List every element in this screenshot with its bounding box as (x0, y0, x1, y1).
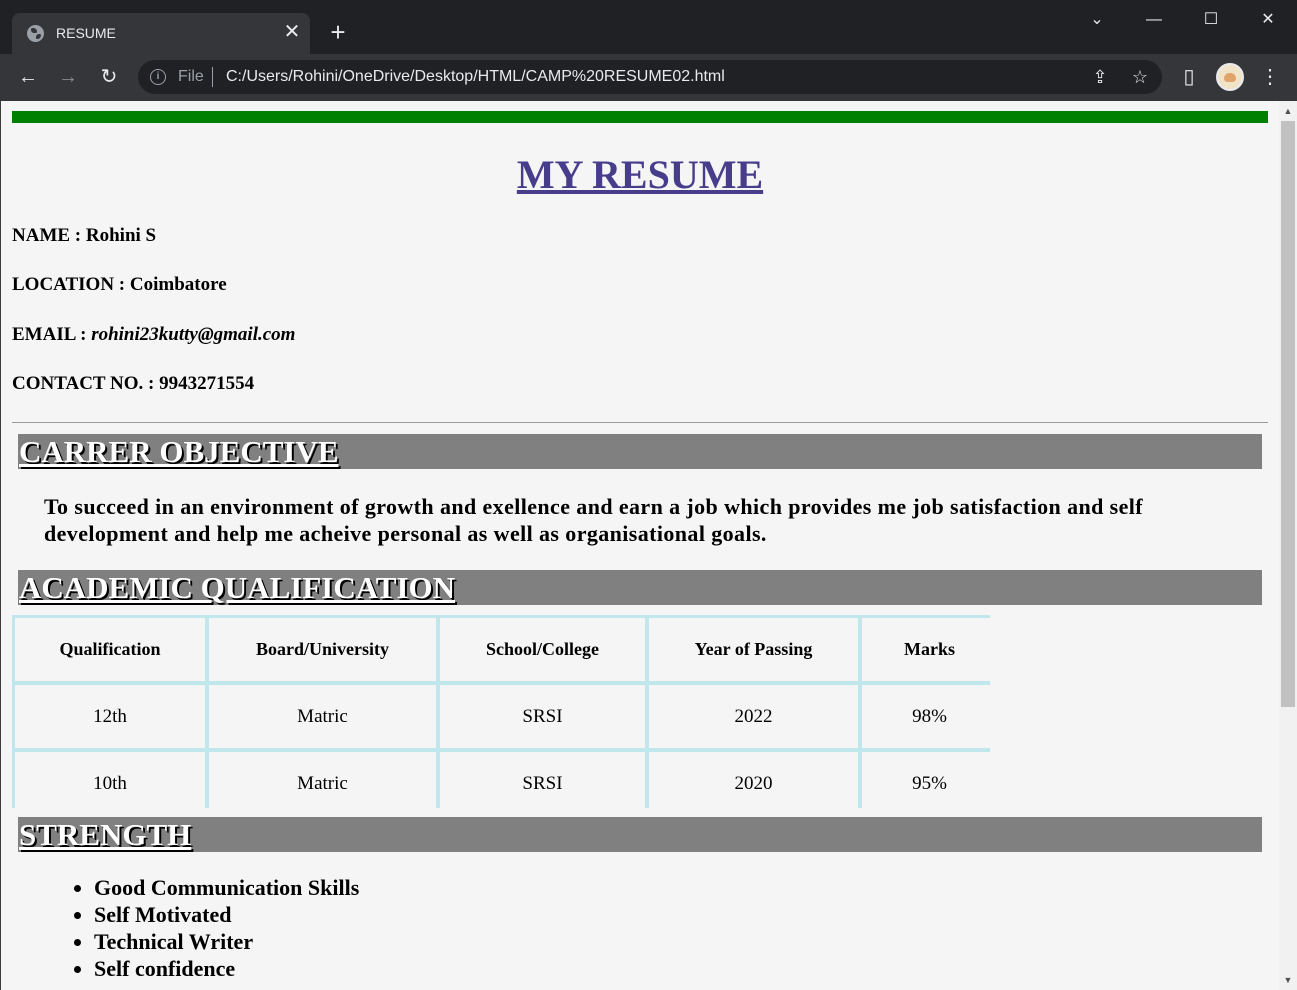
table-header-cell: Qualification (15, 618, 205, 681)
close-tab-icon[interactable]: ✕ (282, 21, 302, 43)
scroll-up-arrow-icon[interactable]: ▲ (1279, 103, 1297, 119)
objective-section-header: CARRER OBJECTIVE (18, 434, 1262, 469)
email-line: EMAIL : rohini23kutty@gmail.com (12, 324, 295, 346)
bookmark-star-icon[interactable]: ☆ (1128, 65, 1152, 89)
strength-section-header: STRENGTH (18, 817, 1262, 852)
table-cell: 98% (862, 685, 997, 748)
contact-value: 9943271554 (159, 373, 255, 394)
location-line: LOCATION : Coimbatore (12, 274, 227, 296)
address-bar[interactable]: i File C:/Users/Rohini/OneDrive/Desktop/… (138, 60, 1162, 94)
tab-search-icon[interactable]: ⌄ (1082, 8, 1112, 32)
info-icon[interactable]: i (150, 69, 166, 85)
table-header-cell: Board/University (209, 618, 436, 681)
page-viewport: MY RESUME NAME : Rohini S LOCATION : Coi… (0, 101, 1297, 990)
location-value: Coimbatore (129, 274, 227, 295)
location-label: LOCATION : (12, 274, 126, 295)
table-header-cell: Marks (862, 618, 997, 681)
side-panel-icon[interactable]: ▯ (1176, 64, 1202, 90)
name-value: Rohini S (85, 225, 157, 246)
table-cell: 95% (862, 752, 997, 815)
scrollbar-thumb[interactable] (1281, 121, 1295, 707)
divider (12, 422, 1268, 423)
new-tab-button[interactable]: + (326, 19, 350, 45)
table-cell: 12th (15, 685, 205, 748)
contact-label: CONTACT NO. : (12, 373, 155, 394)
vertical-scrollbar[interactable]: ▲ ▼ (1279, 101, 1297, 990)
table-cell: Matric (209, 752, 436, 815)
table-cell: SRSI (440, 685, 645, 748)
email-value: rohini23kutty@gmail.com (91, 324, 296, 345)
email-label: EMAIL : (12, 324, 87, 345)
menu-icon[interactable]: ⋮ (1257, 64, 1283, 90)
tab-strip: RESUME ✕ + ⌄ — ☐ ✕ (0, 0, 1297, 54)
page-title: MY RESUME (516, 152, 764, 197)
list-item: Self confidence (73, 955, 359, 982)
list-item: Good Communication Skills (73, 875, 360, 900)
list-item: Technical Writer (73, 928, 359, 955)
objective-text: To succeed in an environment of growth a… (44, 494, 1144, 546)
table-cell: 10th (15, 752, 205, 815)
contact-line: CONTACT NO. : 9943271554 (12, 373, 254, 395)
list-item: Self Motivated (73, 901, 359, 928)
green-rule (12, 111, 1268, 123)
close-window-button[interactable]: ✕ (1253, 8, 1283, 32)
tab-title: RESUME (56, 25, 116, 41)
browser-toolbar: ← → ↻ i File C:/Users/Rohini/OneDrive/De… (0, 54, 1297, 101)
profile-avatar[interactable] (1216, 63, 1244, 91)
reload-icon[interactable]: ↻ (96, 64, 122, 90)
globe-icon (27, 25, 44, 42)
url-scheme-label: File (178, 68, 204, 85)
table-cell: 2022 (649, 685, 858, 748)
qualification-table: Qualification Board/University School/Co… (12, 615, 997, 815)
maximize-button[interactable]: ☐ (1196, 8, 1226, 32)
name-line: NAME : Rohini S (12, 225, 156, 247)
strength-heading: STRENGTH (19, 817, 192, 852)
table-header-cell: Year of Passing (649, 618, 858, 681)
url-text[interactable]: C:/Users/Rohini/OneDrive/Desktop/HTML/CA… (226, 68, 725, 86)
name-label: NAME : (12, 225, 82, 246)
url-separator (212, 67, 213, 87)
table-cell: 2020 (649, 752, 858, 815)
academic-section-header: ACADEMIC QUALIFICATION (18, 570, 1262, 605)
table-cell: Matric (209, 685, 436, 748)
objective-heading: CARRER OBJECTIVE (19, 434, 339, 469)
back-icon[interactable]: ← (15, 64, 41, 90)
table-cell: SRSI (440, 752, 645, 815)
browser-tab[interactable]: RESUME ✕ (12, 13, 310, 54)
academic-heading: ACADEMIC QUALIFICATION (19, 570, 456, 605)
share-icon[interactable]: ⇪ (1088, 65, 1112, 89)
strength-list: Good Communication Skills Self Motivated… (73, 874, 360, 982)
forward-icon[interactable]: → (55, 64, 81, 90)
table-header-cell: School/College (440, 618, 645, 681)
minimize-button[interactable]: — (1139, 8, 1169, 32)
scroll-down-arrow-icon[interactable]: ▼ (1279, 972, 1297, 988)
